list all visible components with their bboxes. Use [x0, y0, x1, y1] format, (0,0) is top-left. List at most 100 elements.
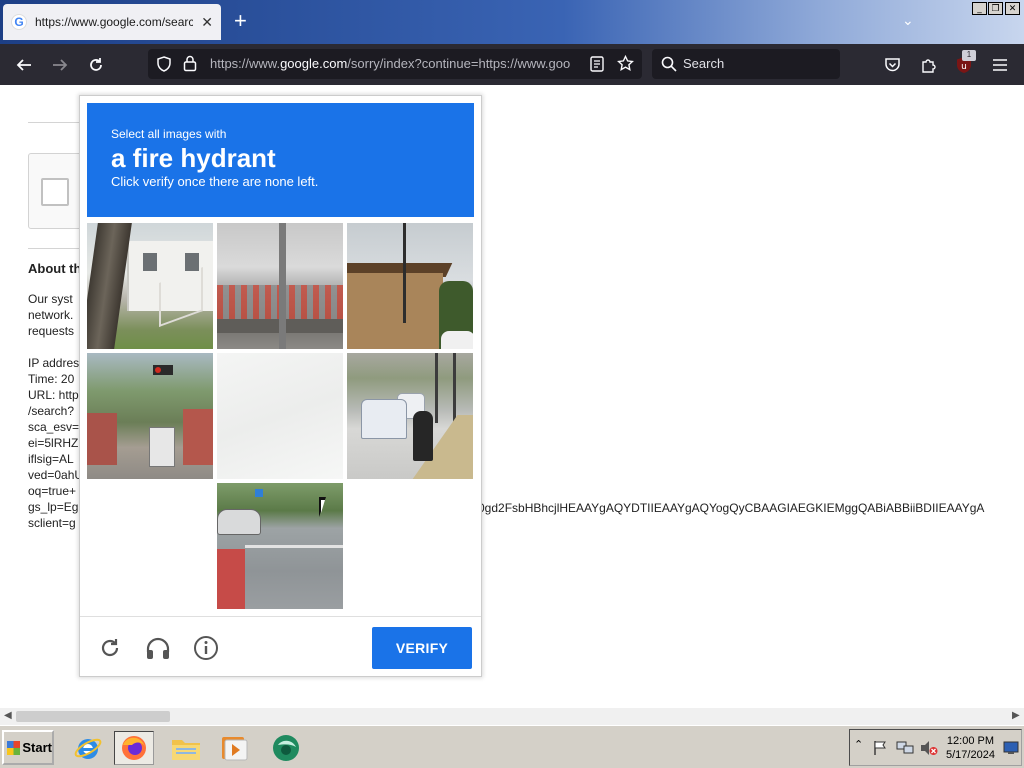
- browser-tab[interactable]: G https://www.google.com/search?q= ✕: [3, 4, 221, 40]
- back-arrow-icon: [16, 59, 31, 71]
- reload-icon: [101, 639, 119, 657]
- challenge-tile-empty[interactable]: [347, 483, 473, 609]
- app-menu-button[interactable]: [988, 53, 1012, 77]
- headphones-icon: [146, 637, 170, 659]
- system-tray: ⌃ 12:00 PM 5/17/2024: [849, 729, 1022, 766]
- folder-icon: [172, 740, 200, 760]
- shield-icon[interactable]: [156, 56, 172, 72]
- mouse-pointer-icon: [319, 497, 326, 517]
- list-all-tabs-icon[interactable]: ⌄: [902, 12, 914, 29]
- challenge-tile[interactable]: [87, 353, 213, 479]
- pocket-icon: [884, 58, 900, 72]
- navigation-toolbar: https://www.google.com/sorry/index?conti…: [0, 44, 1024, 85]
- minimize-window-button[interactable]: _: [972, 2, 987, 15]
- puzzle-piece-icon: [921, 58, 936, 73]
- close-tab-icon[interactable]: ✕: [201, 14, 213, 31]
- page-text-line: iflsig=AL: [28, 452, 74, 466]
- challenge-target: a fire hydrant: [111, 143, 276, 173]
- instruction-text: Select all images with: [111, 127, 227, 141]
- action-center-flag-icon[interactable]: [872, 740, 888, 756]
- reload-challenge-button[interactable]: [97, 635, 123, 661]
- media-player-taskbar-button[interactable]: [214, 731, 254, 765]
- taskbar: Start ⌃ 12:00 PM 5/17/2024: [0, 725, 1024, 768]
- tile-image-van: [361, 399, 407, 439]
- page-text-line: gs_lp=Eg: [28, 500, 79, 514]
- page-text-line: network.: [28, 308, 74, 322]
- about-heading: About th: [28, 261, 82, 276]
- extensions-button[interactable]: [916, 53, 940, 77]
- info-icon: [194, 636, 218, 660]
- start-button[interactable]: Start: [2, 730, 54, 765]
- svg-text:u: u: [961, 62, 967, 72]
- gs-lp-overflow-text: 0gd2FsbHBhcjlHEAAYgAQYDTIIEAAYgAQYogQyCB…: [478, 501, 985, 515]
- reader-view-icon[interactable]: [590, 56, 604, 72]
- recaptcha-checkbox[interactable]: [41, 178, 69, 206]
- help-button[interactable]: [193, 635, 219, 661]
- show-hidden-icons-icon[interactable]: ⌃: [854, 738, 863, 751]
- firefox-icon: [122, 736, 146, 760]
- green-globe-app-icon: [273, 735, 299, 761]
- search-bar[interactable]: Search: [652, 49, 840, 79]
- tile-image-traffic-light: [153, 365, 173, 375]
- tile-image-car: [217, 509, 261, 535]
- network-icon[interactable]: [896, 740, 914, 756]
- page-text-line: sclient=g: [28, 516, 76, 530]
- tile-image-truck: [149, 427, 175, 467]
- challenge-tile[interactable]: [347, 353, 473, 479]
- search-icon: [661, 56, 677, 72]
- reload-button[interactable]: [84, 53, 108, 77]
- bookmark-star-icon[interactable]: [617, 55, 634, 72]
- challenge-tile[interactable]: [347, 223, 473, 349]
- horizontal-scrollbar[interactable]: ◀ ▶: [0, 708, 1024, 725]
- app-taskbar-button[interactable]: [266, 731, 306, 765]
- challenge-footer: VERIFY: [80, 616, 481, 676]
- page-text-line: requests: [28, 324, 75, 338]
- scrollbar-thumb[interactable]: [16, 711, 170, 722]
- lock-icon[interactable]: [183, 55, 197, 72]
- reload-icon: [90, 58, 102, 71]
- tile-image-pole: [279, 223, 286, 349]
- verify-button[interactable]: VERIFY: [372, 627, 472, 669]
- audio-challenge-button[interactable]: [145, 635, 171, 661]
- page-text-line: /search?: [28, 404, 75, 418]
- extension-badge: 1: [962, 50, 976, 61]
- clock-date: 5/17/2024: [946, 749, 995, 761]
- new-tab-button[interactable]: +: [234, 10, 247, 32]
- scroll-left-arrow-icon[interactable]: ◀: [4, 710, 12, 721]
- challenge-tile[interactable]: [87, 223, 213, 349]
- pocket-button[interactable]: [880, 53, 904, 77]
- show-desktop-icon[interactable]: [1003, 741, 1019, 755]
- volume-muted-icon[interactable]: [920, 740, 938, 756]
- internet-explorer-taskbar-button[interactable]: [68, 731, 108, 765]
- windows-logo-icon: [7, 740, 21, 755]
- tile-image-tree: [87, 223, 132, 349]
- search-placeholder: Search: [683, 56, 725, 71]
- address-bar[interactable]: https://www.google.com/sorry/index?conti…: [148, 49, 642, 79]
- url-text[interactable]: https://www.google.com/sorry/index?conti…: [210, 56, 586, 71]
- clock[interactable]: 12:00 PM 5/17/2024: [946, 734, 995, 762]
- internet-explorer-icon: [74, 738, 102, 759]
- start-label: Start: [22, 740, 52, 755]
- page-text-line: oq=true+: [28, 484, 77, 498]
- tile-image-building: [347, 273, 443, 349]
- hamburger-menu-icon: [993, 59, 1007, 71]
- challenge-tile[interactable]: [217, 223, 343, 349]
- firefox-taskbar-button[interactable]: [114, 731, 154, 765]
- browser-tab-strip: G https://www.google.com/search?q= ✕ + ⌄…: [0, 0, 1024, 44]
- challenge-tile-empty[interactable]: [87, 483, 213, 609]
- scroll-right-arrow-icon[interactable]: ▶: [1012, 710, 1020, 721]
- clock-time: 12:00 PM: [946, 735, 995, 747]
- file-explorer-taskbar-button[interactable]: [166, 731, 206, 765]
- tile-image-motorcycle: [413, 411, 433, 461]
- forward-button[interactable]: [48, 53, 72, 77]
- page-text-line: ei=5lRHZ: [28, 436, 79, 450]
- recaptcha-challenge: Select all images with a fire hydrant Cl…: [79, 95, 482, 677]
- challenge-tile-loading[interactable]: [217, 353, 343, 479]
- media-player-icon: [222, 737, 248, 761]
- page-text-line: Time: 20: [28, 372, 75, 386]
- page-text-line: sca_esv=: [28, 420, 80, 434]
- back-button[interactable]: [12, 53, 36, 77]
- close-window-button[interactable]: ✕: [1005, 2, 1020, 15]
- tab-title: https://www.google.com/search?q=: [35, 15, 193, 29]
- restore-window-button[interactable]: ❐: [988, 2, 1003, 15]
